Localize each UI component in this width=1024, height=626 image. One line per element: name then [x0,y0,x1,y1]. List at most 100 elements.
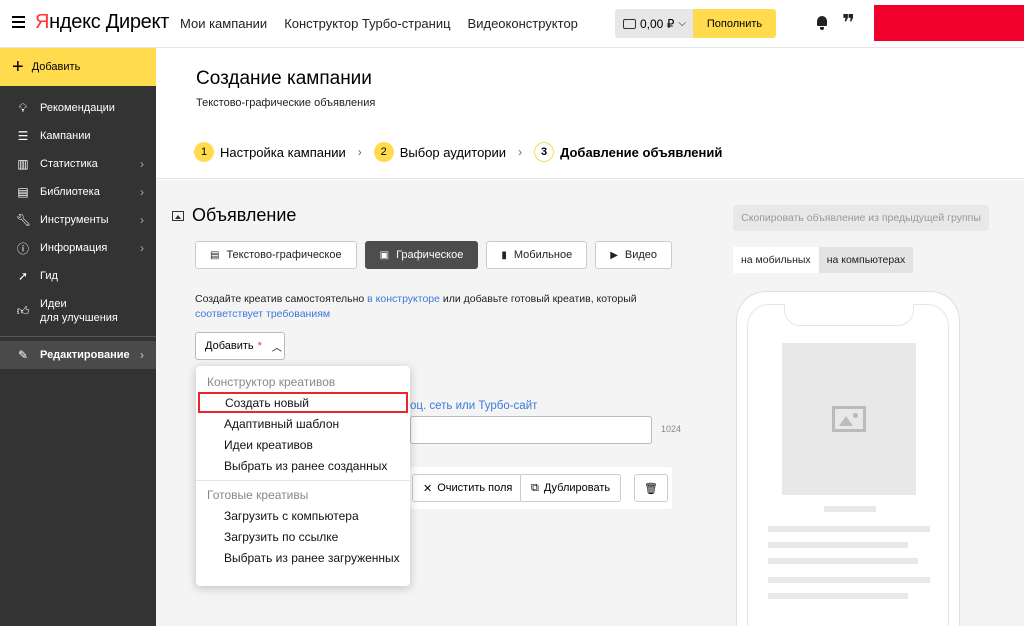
sidebar-item-guide[interactable]: ➚ Гид [0,262,156,290]
feedback-icon[interactable]: ❞ [842,10,855,36]
constructor-link[interactable]: в конструкторе [367,293,440,305]
top-header: Яндекс Директ Мои кампании Конструктор Т… [0,0,1024,48]
step-add-ads[interactable]: 3 Добавление объявлений [534,142,722,162]
text-graphic-icon: ▤ [210,249,220,261]
sidebar-add-label: Добавить [31,61,81,73]
sidebar-item-campaigns[interactable]: ☰ Кампании [0,122,156,150]
tab-text-graphic[interactable]: ▤ Текстово-графическое [195,241,357,269]
wrench-icon: 🔧︎ [16,213,32,227]
placeholder-line [768,526,930,532]
clear-fields-button[interactable]: ✕ Очистить поля [412,474,524,502]
yandex-direct-logo[interactable]: Яндекс Директ [35,11,169,34]
nav-video-constructor[interactable]: Видеоконструктор [468,16,578,31]
sidebar: + Добавить 💡︎ Рекомендации ☰ Кампании ▥ Ста… [0,48,156,626]
wizard-steps: 1 Настройка кампании › 2 Выбор аудитории ›… [194,142,722,162]
step-audience[interactable]: 2 Выбор аудитории [373,142,506,162]
sidebar-item-editing[interactable]: ✎ Редактирование › [0,341,156,369]
ad-actions: ✕ Очистить поля ⧉ Дублировать 🗑︎ [410,467,672,509]
chevron-down-icon: ⌵ [678,18,686,29]
image-icon [832,406,866,432]
nav-turbo-constructor[interactable]: Конструктор Турбо-страниц [284,16,450,31]
wallet-balance[interactable]: 0,00 ₽ ⌵ [615,9,693,38]
add-creative-menu: Конструктор креативов Создать новый Адап… [196,366,410,586]
menu-item-upload-computer[interactable]: Загрузить с компьютера [196,505,410,526]
lightbulb-icon: 💡︎ [18,100,28,115]
placeholder-line [768,577,930,583]
menu-item-choose-created[interactable]: Выбрать из ранее созданных [196,455,410,476]
mobile-icon: ▮ [501,249,507,261]
sidebar-add-button[interactable]: + Добавить [0,48,156,86]
tab-mobile[interactable]: ▮ Мобильное [486,241,588,269]
library-icon: ▤ [17,185,29,199]
guide-icon: ➚ [17,269,29,283]
menu-item-creative-ideas[interactable]: Идеи креативов [196,434,410,455]
sidebar-nav: 💡︎ Рекомендации ☰ Кампании ▥ Статистика › ▤ Б… [0,94,156,332]
chevron-right-icon: › [518,145,523,159]
topup-button[interactable]: Пополнить [693,9,776,38]
char-counter: 1024 [661,424,682,434]
delete-button[interactable]: 🗑︎ [634,474,668,502]
creative-description: Создайте креатив самостоятельно в констр… [195,293,637,320]
tab-desktop-preview[interactable]: на компьютерах [818,247,914,273]
chevron-right-icon: › [140,185,144,199]
placeholder-line [768,558,918,564]
bell-icon[interactable] [815,14,829,30]
requirements-link[interactable]: соответствует требованиям [195,308,330,320]
chevron-right-icon: › [140,213,144,227]
menu-item-upload-link[interactable]: Загрузить по ссылке [196,526,410,547]
tab-video[interactable]: ▶ Видео [595,241,673,269]
video-icon: ▶ [610,249,618,261]
menu-divider [196,480,410,481]
balance-value: 0,00 ₽ [640,16,675,31]
menu-icon[interactable] [12,16,25,28]
page-subtitle: Текстово-графические объявления [196,97,376,109]
ad-section-title: Объявление [172,205,296,226]
chevron-right-icon: › [140,241,144,255]
menu-item-adaptive-template[interactable]: Адаптивный шаблон [196,413,410,434]
close-icon: ✕ [423,482,433,495]
sidebar-divider [0,336,156,337]
sidebar-nav-secondary: ✎ Редактирование › [0,341,156,369]
text-input[interactable] [410,416,652,444]
menu-item-choose-uploaded[interactable]: Выбрать из ранее загруженных [196,547,410,568]
placeholder-line [768,542,908,548]
chevron-up-icon: ︿ [271,342,282,354]
sidebar-item-tools[interactable]: 🔧︎ Инструменты › [0,206,156,234]
page-title: Создание кампании [196,68,372,89]
page-header: Создание кампании Текстово-графические о… [156,48,1024,179]
thumbs-up-icon: 👍︎ [16,303,30,318]
pencil-icon: ✎ [17,348,29,362]
tab-mobile-preview[interactable]: на мобильных [733,247,819,273]
preview-device-tabs: на мобильных на компьютерах [733,247,914,273]
sidebar-item-recommendations[interactable]: 💡︎ Рекомендации [0,94,156,122]
sidebar-item-library[interactable]: ▤ Библиотека › [0,178,156,206]
sidebar-item-statistics[interactable]: ▥ Статистика › [0,150,156,178]
menu-item-create-new[interactable]: Создать новый [198,392,408,413]
wallet-icon [623,18,636,29]
chevron-right-icon: › [140,157,144,171]
placeholder-line [768,593,908,599]
preview-image-placeholder [782,343,916,495]
sidebar-item-information[interactable]: ⓘ Информация › [0,234,156,262]
list-icon: ☰ [17,129,29,143]
add-creative-dropdown[interactable]: Добавить * ︿ [195,332,285,360]
placeholder-line [824,506,876,512]
tab-graphic[interactable]: ▣ Графическое [364,241,479,269]
phone-notch [784,304,914,326]
sidebar-item-ideas[interactable]: 👍︎ Идеи для улучшения [0,290,156,332]
phone-preview [736,291,960,626]
site-link[interactable]: оц. сеть или Турбо-сайт [410,400,537,412]
image-icon: ▣ [379,249,390,261]
chevron-right-icon: › [357,145,362,159]
menu-group-constructor: Конструктор креативов [207,375,336,389]
step-campaign-settings[interactable]: 1 Настройка кампании [194,142,346,162]
menu-group-ready: Готовые креативы [207,488,309,502]
info-icon: ⓘ [16,241,29,256]
duplicate-button[interactable]: ⧉ Дублировать [520,474,622,502]
trash-icon: 🗑︎ [644,482,658,495]
copy-ad-button[interactable]: Скопировать объявление из предыдущей гру… [733,205,989,231]
bar-chart-icon: ▥ [17,157,29,171]
copy-icon: ⧉ [531,481,539,494]
nav-my-campaigns[interactable]: Мои кампании [180,16,267,31]
image-icon [172,210,184,221]
